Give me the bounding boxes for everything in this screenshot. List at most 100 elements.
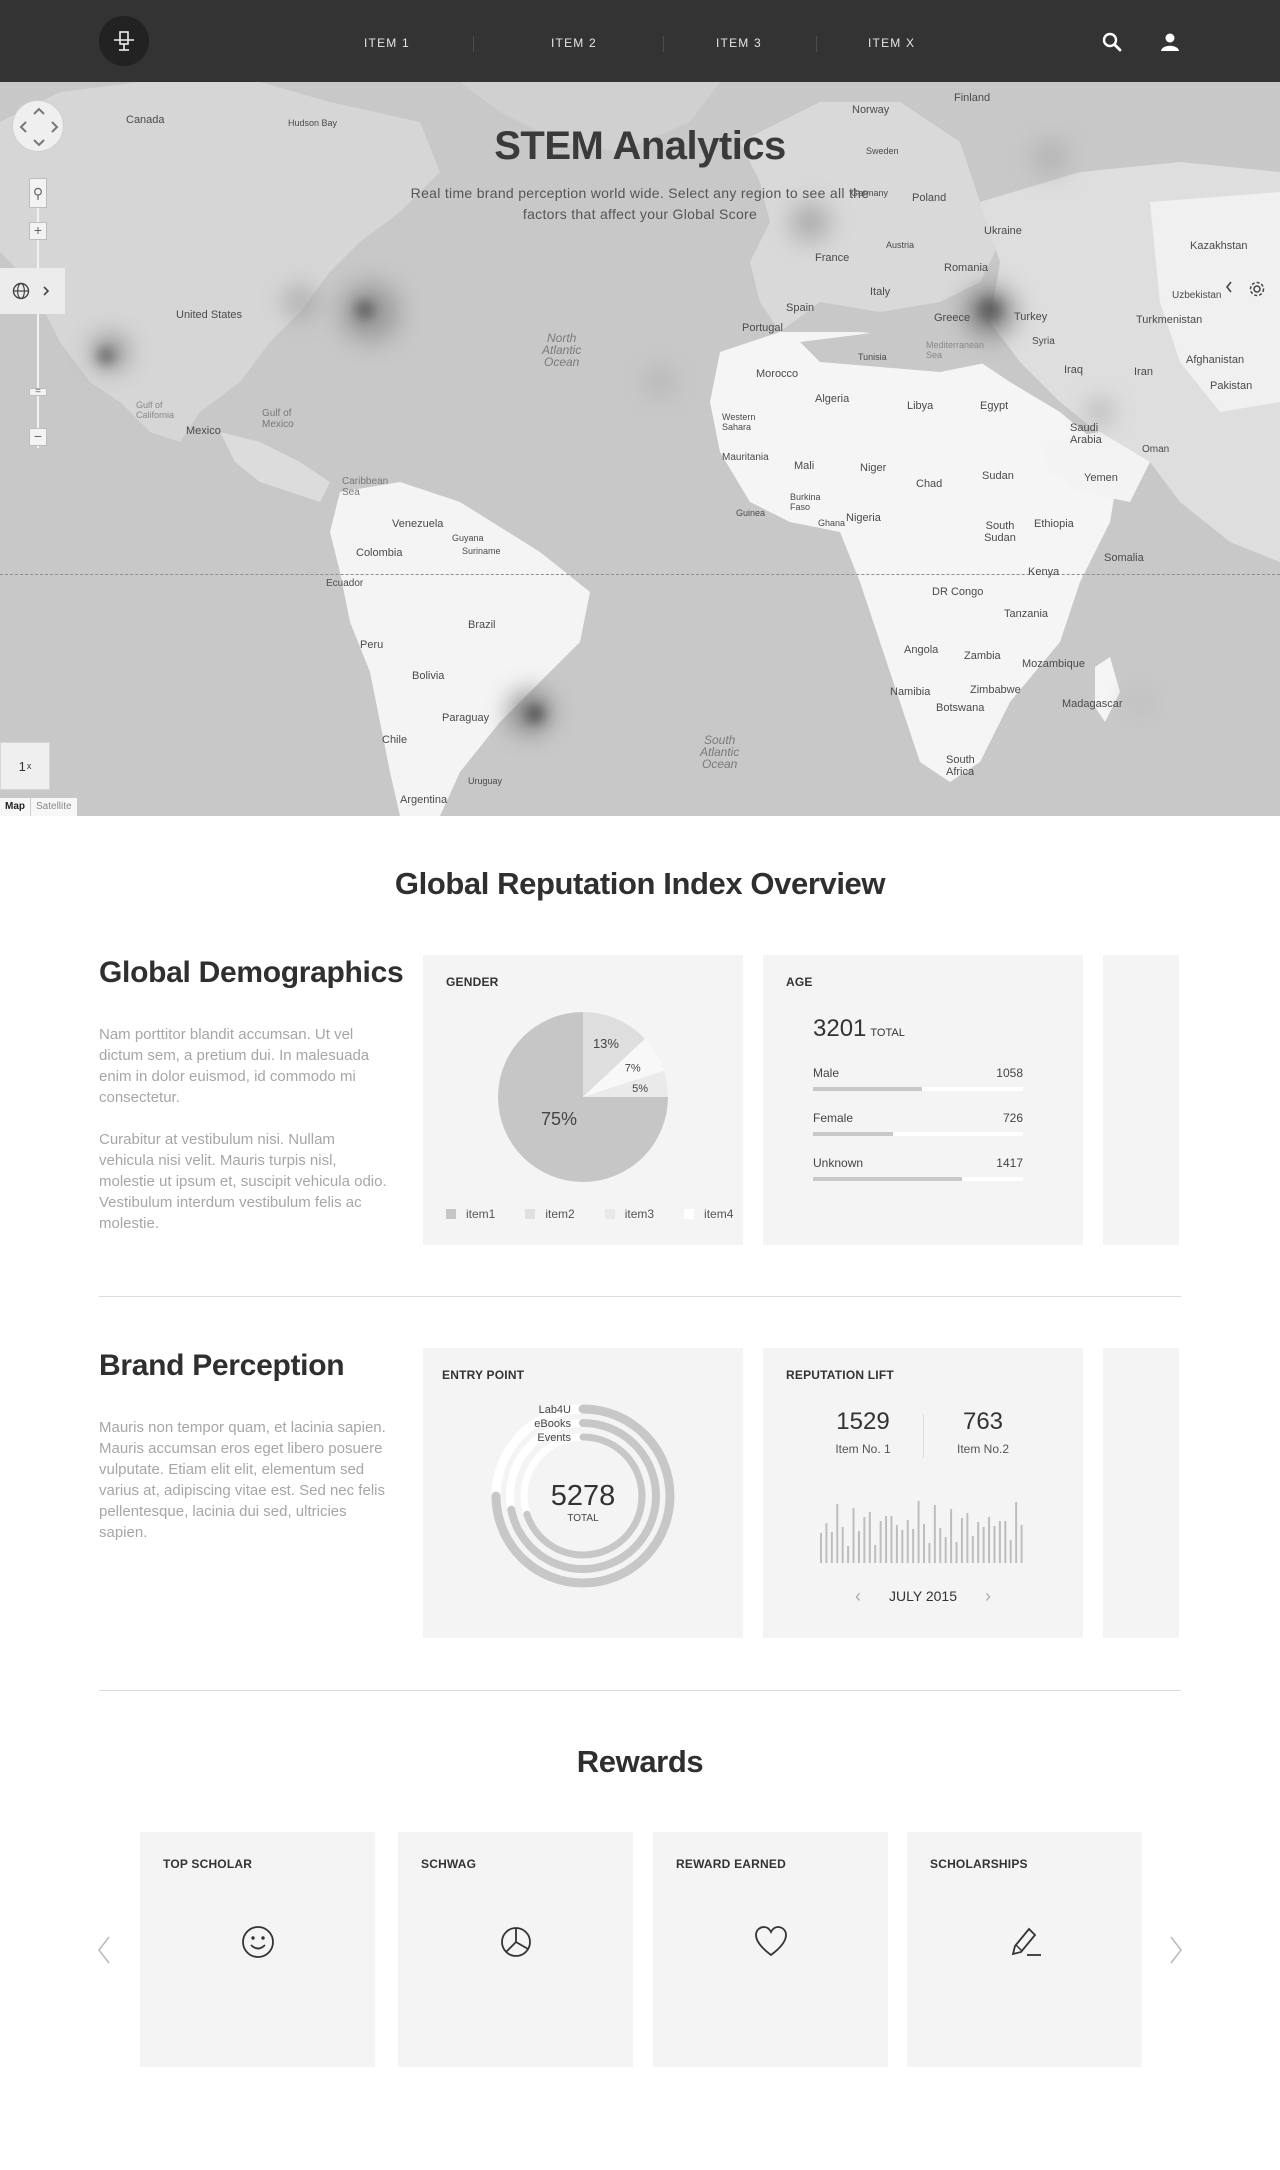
spark-bar <box>895 1525 898 1563</box>
legend-item: item1 <box>446 1207 495 1221</box>
map-label: Uruguay <box>468 776 503 786</box>
map-type-toggle: Map Satellite <box>0 798 77 816</box>
world-map[interactable]: Canada Hudson Bay United States Mexico G… <box>0 82 1280 816</box>
spark-bar <box>879 1521 882 1563</box>
map-label: Mexico <box>186 425 221 437</box>
age-row-value: 1417 <box>996 1156 1023 1170</box>
chevron-left-icon[interactable] <box>92 1932 116 1968</box>
spark-bar <box>868 1512 871 1563</box>
map-label: Italy <box>870 286 891 298</box>
reward-card-scholarships[interactable]: SCHOLARSHIPS <box>907 1832 1142 2067</box>
entry-point-card: ENTRY POINT Lab4U eBooks Events 5278 TOTAL <box>423 1348 743 1638</box>
map-pan-control[interactable] <box>12 100 64 152</box>
playback-speed-control[interactable]: 1x <box>0 742 50 790</box>
equator-line <box>0 574 1280 575</box>
map-label: Madagascar <box>1062 698 1123 710</box>
region-panel-toggle[interactable] <box>0 268 65 314</box>
spark-bar <box>852 1508 855 1563</box>
ring-label: Lab4U <box>539 1404 571 1416</box>
map-label: Caribbean Sea <box>342 476 389 498</box>
map-label: Ethiopia <box>1034 518 1074 530</box>
legend-item: item4 <box>684 1207 733 1221</box>
legend-swatch <box>446 1209 456 1219</box>
age-total-label: TOTAL <box>870 1027 905 1039</box>
spark-bar <box>890 1516 893 1563</box>
demographics-paragraph-1: Nam porttitor blandit accumsan. Ut vel d… <box>99 1026 370 1106</box>
age-bar-fill <box>813 1177 963 1181</box>
pie-icon <box>398 1924 633 1960</box>
entry-total-value: 5278 <box>551 1480 616 1512</box>
gear-icon[interactable] <box>1248 280 1266 298</box>
chevron-left-icon[interactable]: ‹ <box>827 1586 889 1606</box>
spark-bar <box>982 1527 985 1563</box>
zoom-slider-handle[interactable]: = <box>29 387 47 397</box>
map-label: Sudan <box>982 470 1014 482</box>
map-type-map-button[interactable]: Map <box>0 798 31 816</box>
spark-bar <box>1004 1521 1007 1563</box>
ring-label: eBooks <box>534 1418 571 1430</box>
age-total-value: 3201 <box>813 1015 867 1042</box>
map-label: Algeria <box>815 393 850 405</box>
spark-bar <box>923 1524 925 1563</box>
map-label: Venezuela <box>392 518 444 530</box>
reputation-sparkbars <box>820 1501 1023 1563</box>
chevron-left-icon[interactable] <box>1224 280 1234 294</box>
legend-item: item2 <box>525 1207 575 1221</box>
map-label: Iraq <box>1064 364 1083 376</box>
more-cards-peek[interactable] <box>1103 955 1179 1245</box>
search-icon[interactable] <box>1100 30 1124 54</box>
section-divider <box>99 1690 1181 1691</box>
nav-item-2[interactable]: ITEM 2 <box>551 36 597 50</box>
heart-icon <box>653 1924 888 1960</box>
map-label: Norway <box>852 104 890 116</box>
nav-item-1[interactable]: ITEM 1 <box>364 36 410 50</box>
spark-bar <box>825 1523 828 1563</box>
legend-label: item1 <box>466 1207 496 1221</box>
reward-card-top-scholar[interactable]: TOP SCHOLAR <box>140 1832 375 2067</box>
spark-bar <box>836 1504 839 1563</box>
pie-slice-label: 5% <box>632 1083 648 1095</box>
map-label: Argentina <box>400 794 448 806</box>
map-type-satellite-button[interactable]: Satellite <box>31 798 77 816</box>
map-label: Libya <box>907 400 934 412</box>
map-label: South Sudan <box>984 520 1016 544</box>
reward-card-reward-earned[interactable]: REWARD EARNED <box>653 1832 888 2067</box>
legend-swatch <box>604 1209 615 1219</box>
zoom-out-button[interactable]: − <box>29 428 47 446</box>
chevron-right-icon[interactable] <box>1164 1932 1188 1968</box>
spark-bar <box>912 1529 915 1563</box>
speed-value: 1 <box>18 758 26 774</box>
reward-card-schwag[interactable]: SCHWAG <box>398 1832 633 2067</box>
spark-bar <box>933 1505 936 1563</box>
map-label: Bolivia <box>412 670 445 682</box>
map-label: Afghanistan <box>1186 354 1245 366</box>
map-label: Nigeria <box>846 512 881 524</box>
spark-bar <box>928 1543 931 1563</box>
map-label: Gulf of Mexico <box>262 408 294 430</box>
spark-bar <box>847 1546 850 1563</box>
user-icon[interactable] <box>1158 30 1182 54</box>
map-label: Syria <box>1032 336 1055 347</box>
pencil-icon <box>907 1924 1142 1960</box>
ocean-label: South Atlantic Ocean <box>700 733 740 771</box>
reward-card-label: REWARD EARNED <box>676 1857 786 1871</box>
nav-item-x[interactable]: ITEM X <box>868 36 915 50</box>
demographics-paragraph-2: Curabitur at vestibulum nisi. Nullam veh… <box>99 1131 387 1232</box>
map-label: Brazil <box>468 619 496 631</box>
map-label: Ghana <box>818 518 846 528</box>
age-row-value: 1058 <box>996 1066 1023 1080</box>
spark-bar <box>1020 1525 1023 1563</box>
demographics-title: Global Demographics <box>99 956 404 989</box>
chevron-right-icon[interactable]: › <box>957 1586 1019 1606</box>
more-cards-peek[interactable] <box>1103 1348 1179 1638</box>
pie-slice-label: 7% <box>625 1063 641 1075</box>
map-label: Yemen <box>1084 472 1118 484</box>
entry-total-label: TOTAL <box>567 1513 599 1524</box>
spark-bar <box>998 1521 1001 1563</box>
spark-bar <box>950 1509 953 1563</box>
nav-item-3[interactable]: ITEM 3 <box>716 36 762 50</box>
street-view-pegman-icon[interactable]: ⚲ <box>29 178 47 208</box>
spark-bar <box>988 1517 991 1563</box>
zoom-in-button[interactable]: + <box>29 222 47 240</box>
nav-separator <box>816 36 817 52</box>
